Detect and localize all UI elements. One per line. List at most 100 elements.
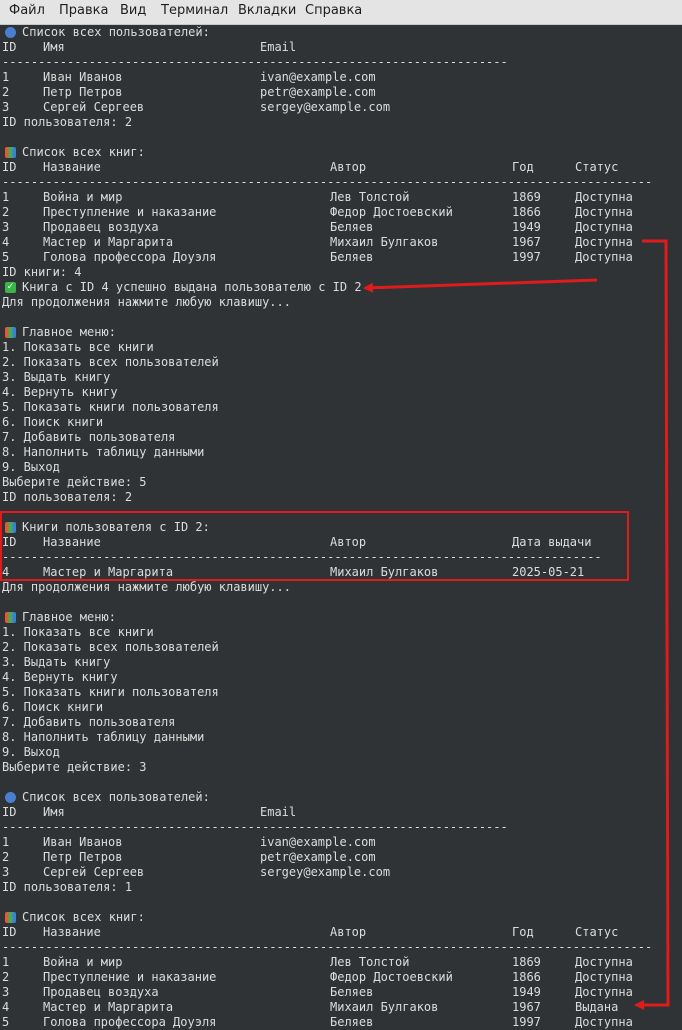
cell: 1866 — [512, 205, 541, 219]
main-menu-title: Главное меню: — [2, 610, 680, 625]
cell: Доступна — [575, 235, 633, 249]
press-key-line: Для продолжения нажмите любую клавишу... — [2, 580, 680, 595]
cell: 1967 — [512, 1000, 541, 1014]
cell: sergey@example.com — [260, 100, 391, 114]
main-menu-item: 1. Показать все книги — [2, 340, 680, 355]
main-menu-item: 3. Выдать книгу — [2, 655, 680, 670]
cell: 3 — [2, 985, 10, 999]
user-id-line: ID пользователя: 2 — [2, 490, 680, 505]
cell: Петр Петров — [43, 850, 123, 864]
cell: 1 — [2, 835, 10, 849]
main-menu-item: 6. Поиск книги — [2, 700, 680, 715]
book-row: 5 Голова профессора Доуэля Беляев 1997 Досту… — [2, 1015, 680, 1030]
busts-emoji-icon — [5, 27, 16, 38]
cell: 1 — [2, 70, 10, 84]
check-mark-emoji-icon: ✓ — [5, 282, 16, 293]
menu-item-4[interactable]: Вкладки — [238, 3, 296, 18]
cell: Беляев — [330, 250, 374, 264]
main-menu-item: 9. Выход — [2, 745, 680, 760]
cell: Для продолжения нажмите любую клавишу... — [2, 580, 291, 594]
cell: 3 — [2, 865, 10, 879]
main-menu-item: 5. Показать книги пользователя — [2, 400, 680, 415]
cell: Email — [260, 805, 297, 819]
cell: Продавец воздуха — [43, 985, 159, 999]
cell: Лев Толстой — [330, 955, 410, 969]
cell: ivan@example.com — [260, 835, 376, 849]
cell: Главное меню: — [22, 325, 116, 339]
user-row: 2 Петр Петров petr@example.com — [2, 850, 680, 865]
cell: 5 — [2, 1015, 10, 1029]
cell: 3 — [2, 100, 10, 114]
cell: Иван Иванов — [43, 70, 123, 84]
user-row: 2 Петр Петров petr@example.com — [2, 85, 680, 100]
users-title: Список всех пользователей: — [2, 790, 680, 805]
cell: Год — [512, 160, 534, 174]
cell: 1967 — [512, 235, 541, 249]
books-emoji-icon — [5, 327, 16, 338]
cell: ----------------------------------------… — [2, 175, 653, 189]
cell: 1997 — [512, 250, 541, 264]
book-row: 2 Преступление и наказание Федор Достоевск… — [2, 970, 680, 985]
busts-emoji-icon — [5, 792, 16, 803]
cell: ivan@example.com — [260, 70, 376, 84]
cell: Федор Достоевский — [330, 205, 453, 219]
cell: 2 — [2, 970, 10, 984]
cell: ID пользователя: 1 — [2, 880, 133, 894]
book-row: 4 Мастер и Маргарита Михаил Булгаков 1967 Вы… — [2, 1000, 680, 1015]
cell: Беляев — [330, 985, 374, 999]
cell: 1997 — [512, 1015, 541, 1029]
cell: 3. Выдать книгу — [2, 655, 111, 669]
cell: 6. Поиск книги — [2, 415, 104, 429]
cell: 1949 — [512, 220, 541, 234]
cell: 1869 — [512, 955, 541, 969]
cell: Преступление и наказание — [43, 970, 217, 984]
cell: ----------------------------------------… — [2, 940, 653, 954]
cell: Доступна — [575, 190, 633, 204]
book-row: 1 Война и мир Лев Толстой 1869 Доступна — [2, 190, 680, 205]
main-menu-item: 4. Вернуть книгу — [2, 385, 680, 400]
issued-message: ✓ Книга с ID 4 успешно выдана пользовател… — [2, 280, 680, 295]
cell: 8. Наполнить таблицу данными — [2, 730, 205, 744]
cell: 2 — [2, 205, 10, 219]
cell: Михаил Булгаков — [330, 235, 439, 249]
menu-item-5[interactable]: Справка — [305, 3, 362, 18]
main-menu-item: 8. Наполнить таблицу данными — [2, 730, 680, 745]
cell: Выберите действие: 5 — [2, 475, 147, 489]
cell: 7. Добавить пользователя — [2, 430, 176, 444]
press-key-line: Для продолжения нажмите любую клавишу... — [2, 295, 680, 310]
cell: Беляев — [330, 220, 374, 234]
user-row: 3 Сергей Сергеев sergey@example.com — [2, 865, 680, 880]
main-menu-item: 4. Вернуть книгу — [2, 670, 680, 685]
main-menu-item: 2. Показать всех пользователей — [2, 640, 680, 655]
cell: Доступна — [575, 985, 633, 999]
menu-item-2[interactable]: Вид — [120, 3, 146, 18]
choose-action-line: Выберите действие: 3 — [2, 760, 680, 775]
cell: 1949 — [512, 985, 541, 999]
cell: Преступление и наказание — [43, 205, 217, 219]
cell: Доступна — [575, 1015, 633, 1029]
menu-item-1[interactable]: Правка — [59, 3, 108, 18]
cell: Название — [43, 925, 101, 939]
cell: Название — [43, 160, 101, 174]
choose-action-line: Выберите действие: 5 — [2, 475, 680, 490]
main-menu-item: 6. Поиск книги — [2, 415, 680, 430]
cell: Иван Иванов — [43, 835, 123, 849]
cell: ID книги: 4 — [2, 265, 82, 279]
cell: 1866 — [512, 970, 541, 984]
cell: Доступна — [575, 220, 633, 234]
books-header: ID Название Автор Год Статус — [2, 160, 680, 175]
menu-item-0[interactable]: Файл — [9, 3, 45, 18]
menu-item-3[interactable]: Терминал — [161, 3, 228, 18]
cell: Война и мир — [43, 190, 123, 204]
cell: Выберите действие: 3 — [2, 760, 147, 774]
cell: Имя — [43, 805, 65, 819]
cell: Сергей Сергеев — [43, 865, 145, 879]
cell: Сергей Сергеев — [43, 100, 145, 114]
cell: Голова профессора Доуэля — [43, 250, 217, 264]
books-emoji-icon — [5, 612, 16, 623]
cell: 9. Выход — [2, 745, 60, 759]
cell: Книга с ID 4 успешно выдана пользователю… — [22, 280, 362, 294]
cell: 1. Показать все книги — [2, 340, 154, 354]
book-row: 3 Продавец воздуха Беляев 1949 Доступна — [2, 985, 680, 1000]
cell: Доступна — [575, 955, 633, 969]
